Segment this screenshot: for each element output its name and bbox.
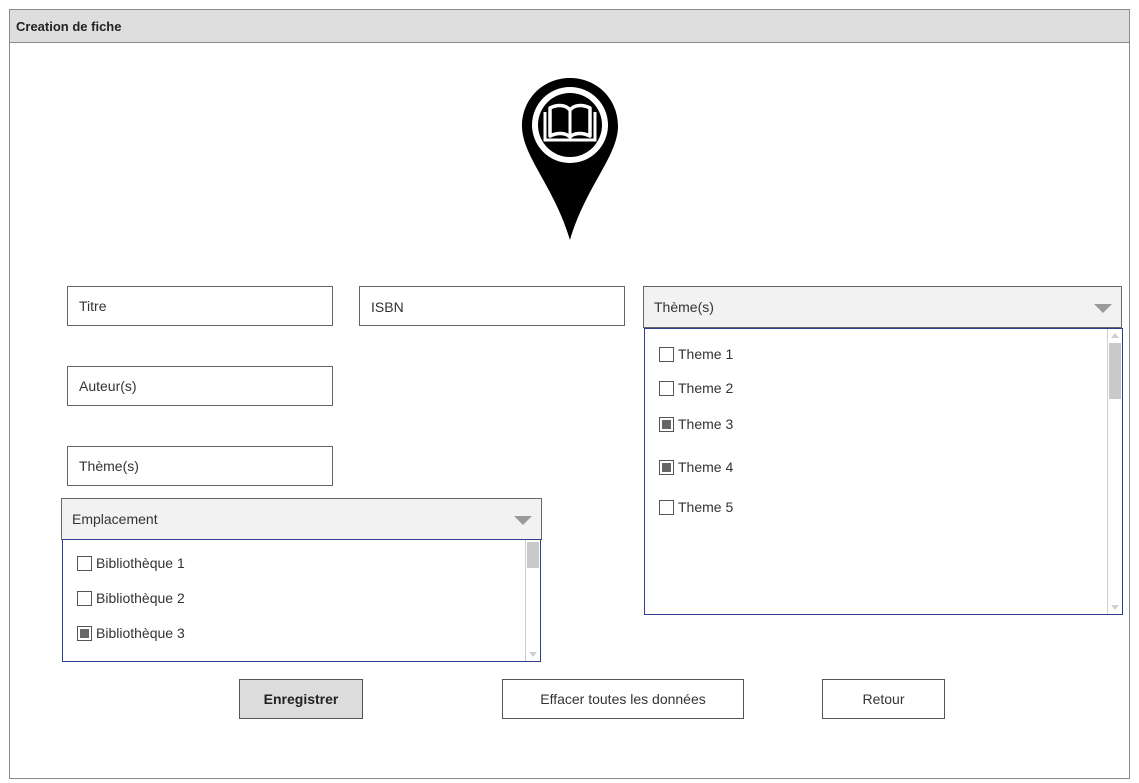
- theme-option-3[interactable]: Theme 3: [659, 416, 733, 432]
- titre-field[interactable]: Titre: [67, 286, 333, 326]
- auteurs-placeholder: Auteur(s): [79, 378, 137, 394]
- theme-dropdown[interactable]: Thème(s): [643, 286, 1122, 328]
- checkbox[interactable]: [77, 555, 92, 571]
- back-button[interactable]: Retour: [822, 679, 945, 719]
- emplacement-option-2[interactable]: Bibliothèque 2: [77, 590, 185, 606]
- scroll-down-icon[interactable]: [529, 652, 537, 657]
- emplacement-scrollbar[interactable]: [525, 540, 540, 661]
- scroll-down-icon[interactable]: [1111, 605, 1119, 610]
- emplacement-listbox[interactable]: Bibliothèque 1 Bibliothèque 2 Bibliothèq…: [62, 539, 541, 662]
- emplacement-option-label: Bibliothèque 2: [96, 590, 185, 606]
- theme-option-label: Theme 5: [678, 499, 734, 515]
- theme-option-label: Theme 3: [678, 416, 734, 432]
- clear-all-button[interactable]: Effacer toutes les données: [502, 679, 744, 719]
- theme-listbox[interactable]: Theme 1 Theme 2 Theme 3 Theme 4 Theme 5: [644, 328, 1123, 615]
- theme-option-label: Theme 4: [678, 459, 734, 475]
- emplacement-option-label: Bibliothèque 1: [96, 555, 185, 571]
- theme-option-5[interactable]: Theme 5: [659, 499, 733, 515]
- isbn-placeholder: ISBN: [371, 299, 404, 315]
- book-location-pin-icon: [522, 78, 618, 240]
- titre-placeholder: Titre: [79, 298, 107, 314]
- checkbox[interactable]: [659, 380, 674, 396]
- emplacement-option-label: Bibliothèque 3: [96, 625, 185, 641]
- window-title: Creation de fiche: [10, 10, 1129, 43]
- scroll-thumb[interactable]: [527, 542, 539, 568]
- isbn-field[interactable]: ISBN: [359, 286, 625, 326]
- emplacement-dropdown-label: Emplacement: [72, 511, 158, 527]
- checkbox[interactable]: [659, 346, 674, 362]
- theme-option-1[interactable]: Theme 1: [659, 346, 733, 362]
- theme-scrollbar[interactable]: [1107, 329, 1122, 614]
- scroll-thumb[interactable]: [1109, 343, 1121, 399]
- theme-option-label: Theme 2: [678, 380, 734, 396]
- checkbox-checked[interactable]: [659, 459, 674, 475]
- emplacement-option-3[interactable]: Bibliothèque 3: [77, 625, 185, 641]
- save-button[interactable]: Enregistrer: [239, 679, 363, 719]
- auteurs-field[interactable]: Auteur(s): [67, 366, 333, 406]
- theme-option-label: Theme 1: [678, 346, 734, 362]
- emplacement-dropdown[interactable]: Emplacement: [61, 498, 542, 540]
- emplacement-option-1[interactable]: Bibliothèque 1: [77, 555, 185, 571]
- checkbox[interactable]: [77, 590, 92, 606]
- themes-field[interactable]: Thème(s): [67, 446, 333, 486]
- theme-dropdown-label: Thème(s): [654, 299, 714, 315]
- scroll-up-icon[interactable]: [1111, 333, 1119, 338]
- chevron-down-icon[interactable]: [514, 516, 532, 525]
- chevron-down-icon[interactable]: [1094, 304, 1112, 313]
- creation-window: Creation de fiche Titre ISBN Auteur(s) T…: [9, 9, 1130, 779]
- checkbox-checked[interactable]: [77, 625, 92, 641]
- themes-placeholder: Thème(s): [79, 458, 139, 474]
- theme-option-4[interactable]: Theme 4: [659, 459, 733, 475]
- theme-option-2[interactable]: Theme 2: [659, 380, 733, 396]
- checkbox-checked[interactable]: [659, 416, 674, 432]
- checkbox[interactable]: [659, 499, 674, 515]
